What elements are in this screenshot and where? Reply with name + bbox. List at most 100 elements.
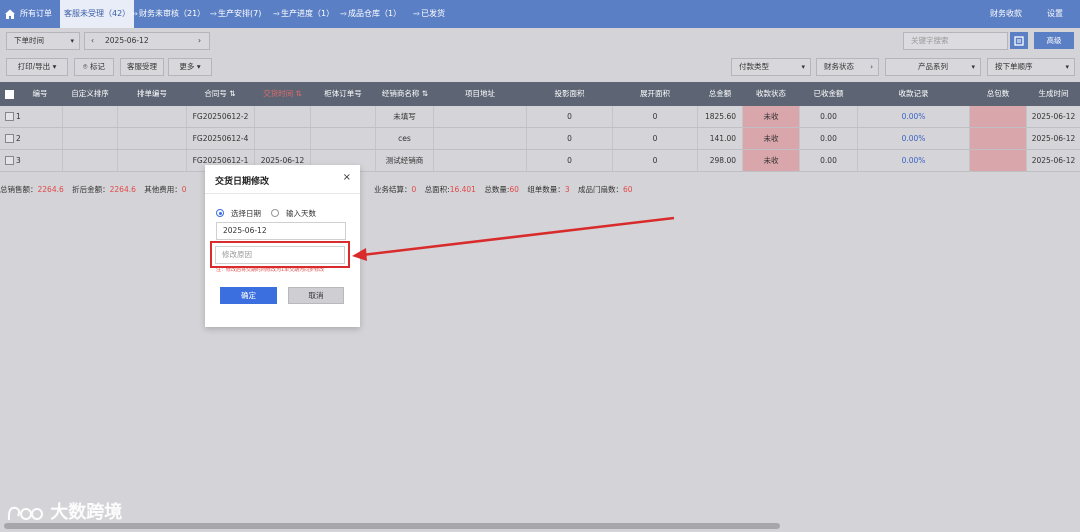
cell-created: 2025-06-12 — [1031, 112, 1076, 121]
cell-custom-sort — [63, 150, 118, 171]
summary-bar: 总销售额：2264.6 折后金额：2264.6 其他费用：0 — [0, 184, 187, 195]
tab-finished-warehouse[interactable]: --› 成品仓库（1） — [340, 0, 401, 28]
dialog-divider — [205, 193, 360, 194]
summary-label: 总数量: — [484, 185, 510, 194]
more-button[interactable]: 更多 ▾ — [168, 58, 212, 76]
chevron-right-icon: › — [870, 63, 873, 71]
chevron-left-icon[interactable]: ‹ — [91, 33, 94, 49]
close-icon[interactable]: × — [343, 172, 351, 183]
summary-bar-right: 业务结算：0 总面积:16.401 总数量:60 组单数量：3 成品门扇数：60 — [374, 184, 633, 195]
th-payment-record: 收款记录 — [898, 89, 929, 98]
cell-received: 0.00 — [800, 150, 858, 171]
print-export-button[interactable]: 打印/导出 ▾ — [6, 58, 68, 76]
accept-button[interactable]: 客服受理 — [120, 58, 164, 76]
th-delivery-time[interactable]: 交货时间 ⇅ — [255, 82, 310, 106]
select-all-checkbox[interactable] — [5, 90, 14, 99]
th-payment-status: 收款状态 — [756, 89, 786, 98]
home-icon[interactable] — [4, 8, 16, 20]
tab-service-pending[interactable]: 客服未受理（42） — [60, 0, 135, 28]
cell-record[interactable]: 0.00% — [858, 106, 970, 127]
cell-number: 3 — [16, 150, 63, 171]
summary-value: 2264.6 — [109, 185, 136, 194]
summary-value: 2264.6 — [37, 185, 64, 194]
radio-select-date[interactable] — [216, 209, 224, 217]
sort-select[interactable]: 按下单顺序 ▾ — [987, 58, 1075, 76]
radio-input-days[interactable] — [271, 209, 279, 217]
cell-proj-area: 0 — [527, 150, 613, 171]
summary-label: 折后金额： — [72, 185, 110, 194]
cell-record[interactable]: 0.00% — [858, 150, 970, 171]
cell-schedule-no — [118, 150, 187, 171]
th-custom-sort: 自定义排序 — [71, 89, 109, 98]
th-created-time: 生成时间 — [1038, 89, 1069, 98]
cell-cabinet-order — [311, 106, 376, 127]
table-row[interactable]: 3 FG20250612-1 2025-06-12 测试经销商 0 0 298.… — [0, 150, 1080, 172]
pay-type-select[interactable]: 付款类型 ▾ — [731, 58, 811, 76]
confirm-button[interactable]: 确定 — [220, 287, 277, 304]
cell-total: 1825.60 — [698, 106, 743, 127]
search-icon — [1014, 36, 1024, 46]
cell-custom-sort — [63, 128, 118, 149]
product-series-select[interactable]: 产品系列 ▾ — [885, 58, 981, 76]
tab-production-schedule[interactable]: --› 生产安排(7) — [210, 0, 261, 28]
cell-record[interactable]: 0.00% — [858, 128, 970, 149]
finance-receipt-link[interactable]: 财务收款 — [990, 0, 1022, 28]
cell-schedule-no — [118, 128, 187, 149]
summary-value: 3 — [564, 185, 570, 194]
summary-value: 0 — [411, 185, 417, 194]
cancel-button[interactable]: 取消 — [288, 287, 344, 304]
summary-label: 业务结算： — [374, 185, 412, 194]
tab-finance-unreviewed[interactable]: --› 财务未审核（21） — [131, 0, 205, 28]
chevron-down-icon: ▾ — [1065, 63, 1069, 71]
chevron-right-icon[interactable]: › — [198, 33, 201, 49]
cell-proj-area: 0 — [527, 106, 613, 127]
summary-label: 总面积: — [424, 185, 450, 194]
th-dealer[interactable]: 经销商名称 ⇅ — [376, 82, 434, 106]
cell-exp-area: 0 — [613, 150, 698, 171]
settings-link[interactable]: 设置 — [1047, 0, 1063, 28]
watermark-logo: 大数跨境 — [6, 498, 122, 524]
cell-total: 141.00 — [698, 128, 743, 149]
chevron-down-icon: ▾ — [801, 63, 805, 71]
mark-button[interactable]: ⌾ 标记 — [74, 58, 114, 76]
tab-production-progress[interactable]: --› 生产进度（1） — [273, 0, 334, 28]
advanced-button[interactable]: 高级 — [1034, 32, 1074, 49]
cell-delivery — [255, 106, 311, 127]
location-pin-icon: ⌾ — [83, 62, 88, 71]
summary-value: 60 — [622, 185, 633, 194]
th-package-count: 总包数 — [986, 89, 1010, 98]
cell-proj-area: 0 — [527, 128, 613, 149]
search-button[interactable] — [1010, 32, 1028, 49]
cell-packages — [970, 150, 1027, 171]
summary-label: 成品门扇数： — [577, 185, 623, 194]
flow-arrow-icon: --› — [413, 9, 420, 18]
date-picker[interactable]: ‹ 2025-06-12 › — [84, 32, 210, 50]
row-checkbox[interactable] — [5, 134, 14, 143]
cell-dealer: 测试经销商 — [376, 150, 434, 171]
date-input[interactable]: 2025-06-12 — [216, 222, 346, 240]
flow-arrow-icon: --› — [210, 9, 217, 18]
search-input[interactable]: 关键字搜索 — [903, 32, 1008, 50]
finance-status-select[interactable]: 财务状态 › — [816, 58, 879, 76]
summary-value: 16.401 — [449, 185, 476, 194]
chevron-down-icon: ▾ — [52, 62, 57, 71]
row-checkbox[interactable] — [5, 156, 14, 165]
th-number: 编号 — [32, 89, 48, 98]
table-row[interactable]: 2 FG20250612-4 ces 0 0 141.00 未收 0.00 0.… — [0, 128, 1080, 150]
cell-status: 未收 — [743, 106, 800, 127]
summary-label: 其他费用： — [144, 185, 182, 194]
cell-exp-area: 0 — [613, 106, 698, 127]
tab-all-orders[interactable]: 所有订单 — [20, 0, 52, 28]
tab-shipped[interactable]: --› 已发货 — [413, 0, 445, 28]
th-projected-area: 投影面积 — [554, 89, 585, 98]
radio-input-days-label: 输入天数 — [286, 209, 316, 218]
logo-icon — [7, 506, 43, 521]
time-filter-select[interactable]: 下单时间 ▾ — [6, 32, 80, 50]
row-checkbox[interactable] — [5, 112, 14, 121]
cell-packages — [970, 128, 1027, 149]
cell-address — [434, 106, 527, 127]
table-row[interactable]: 1 FG20250612-2 未填写 0 0 1825.60 未收 0.00 0… — [0, 106, 1080, 128]
annotation-highlight-box — [210, 241, 350, 268]
th-contract[interactable]: 合同号 ⇅ — [187, 82, 253, 106]
table-header: 编号 自定义排序 排单编号 合同号 ⇅ 交货时间 ⇅ 柜体订单号 经销商名称 ⇅… — [0, 82, 1080, 106]
